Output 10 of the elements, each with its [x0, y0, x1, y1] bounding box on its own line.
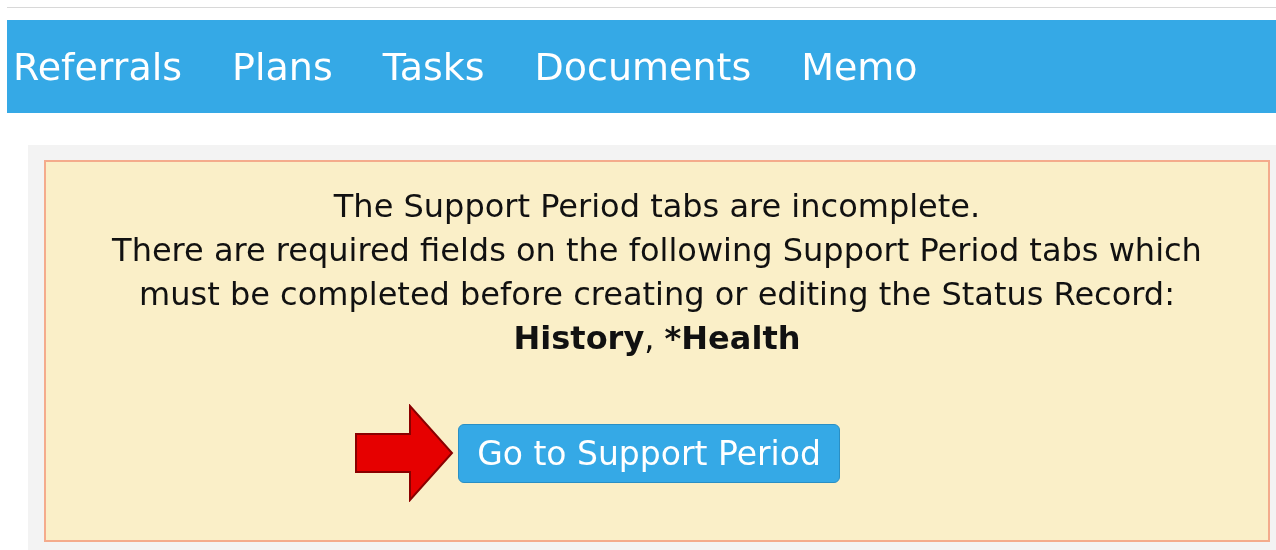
- incomplete-tabs: History, *Health: [513, 316, 801, 360]
- alert-title: The Support Period tabs are incomplete.: [333, 186, 981, 227]
- nav-link[interactable]: Referrals: [13, 44, 183, 89]
- arrow-icon: [354, 404, 455, 502]
- go-to-support-period-button[interactable]: Go to Support Period: [458, 423, 840, 483]
- alert-message: There are required fields on the following Support Period tabs which must be completed before creating or editing the Status Record:: [111, 230, 1203, 315]
- nav-link[interactable]: Memo: [801, 44, 918, 89]
- nav-link[interactable]: Tasks: [382, 44, 485, 89]
- nav-link[interactable]: Plans: [232, 44, 333, 89]
- nav-link[interactable]: Documents: [534, 44, 752, 89]
